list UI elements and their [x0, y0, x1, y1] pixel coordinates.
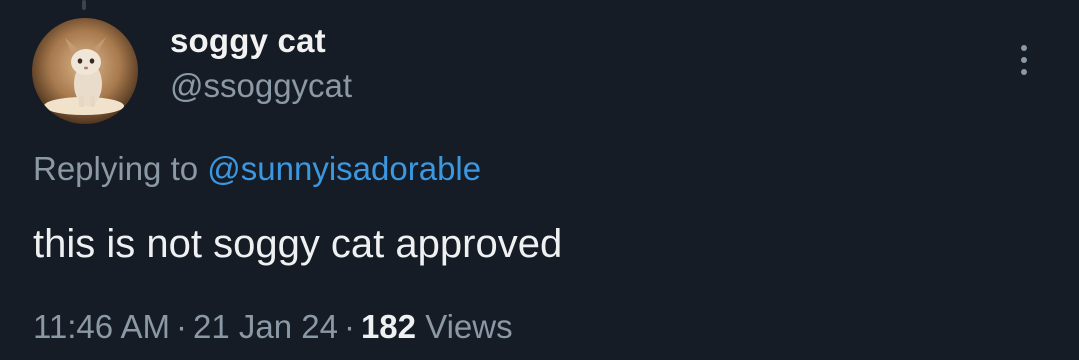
user-handle[interactable]: @ssoggycat	[170, 67, 352, 105]
meta-separator: ·	[343, 308, 355, 345]
tweet-time[interactable]: 11:46 AM	[33, 308, 170, 345]
views-count[interactable]: 182	[361, 308, 416, 345]
display-name[interactable]: soggy cat	[170, 22, 326, 60]
more-vertical-icon-dot	[1021, 57, 1027, 63]
tweet-metadata: 11:46 AM · 21 Jan 24 · 182 Views	[33, 308, 513, 346]
tweet-date[interactable]: 21 Jan 24	[193, 308, 338, 345]
more-vertical-icon-dot	[1021, 69, 1027, 75]
replying-to-mention-link[interactable]: @sunnyisadorable	[207, 150, 481, 187]
thread-connector-line	[82, 0, 86, 10]
replying-to-label: Replying to	[33, 150, 199, 187]
more-options-button[interactable]	[1004, 36, 1044, 84]
avatar[interactable]	[32, 18, 138, 124]
replying-to-line: Replying to @sunnyisadorable	[33, 150, 481, 188]
tweet-text: this is not soggy cat approved	[33, 222, 563, 266]
avatar-cat-image	[32, 18, 138, 124]
more-vertical-icon	[1021, 45, 1027, 51]
views-label: Views	[425, 308, 513, 345]
meta-separator: ·	[175, 308, 187, 345]
